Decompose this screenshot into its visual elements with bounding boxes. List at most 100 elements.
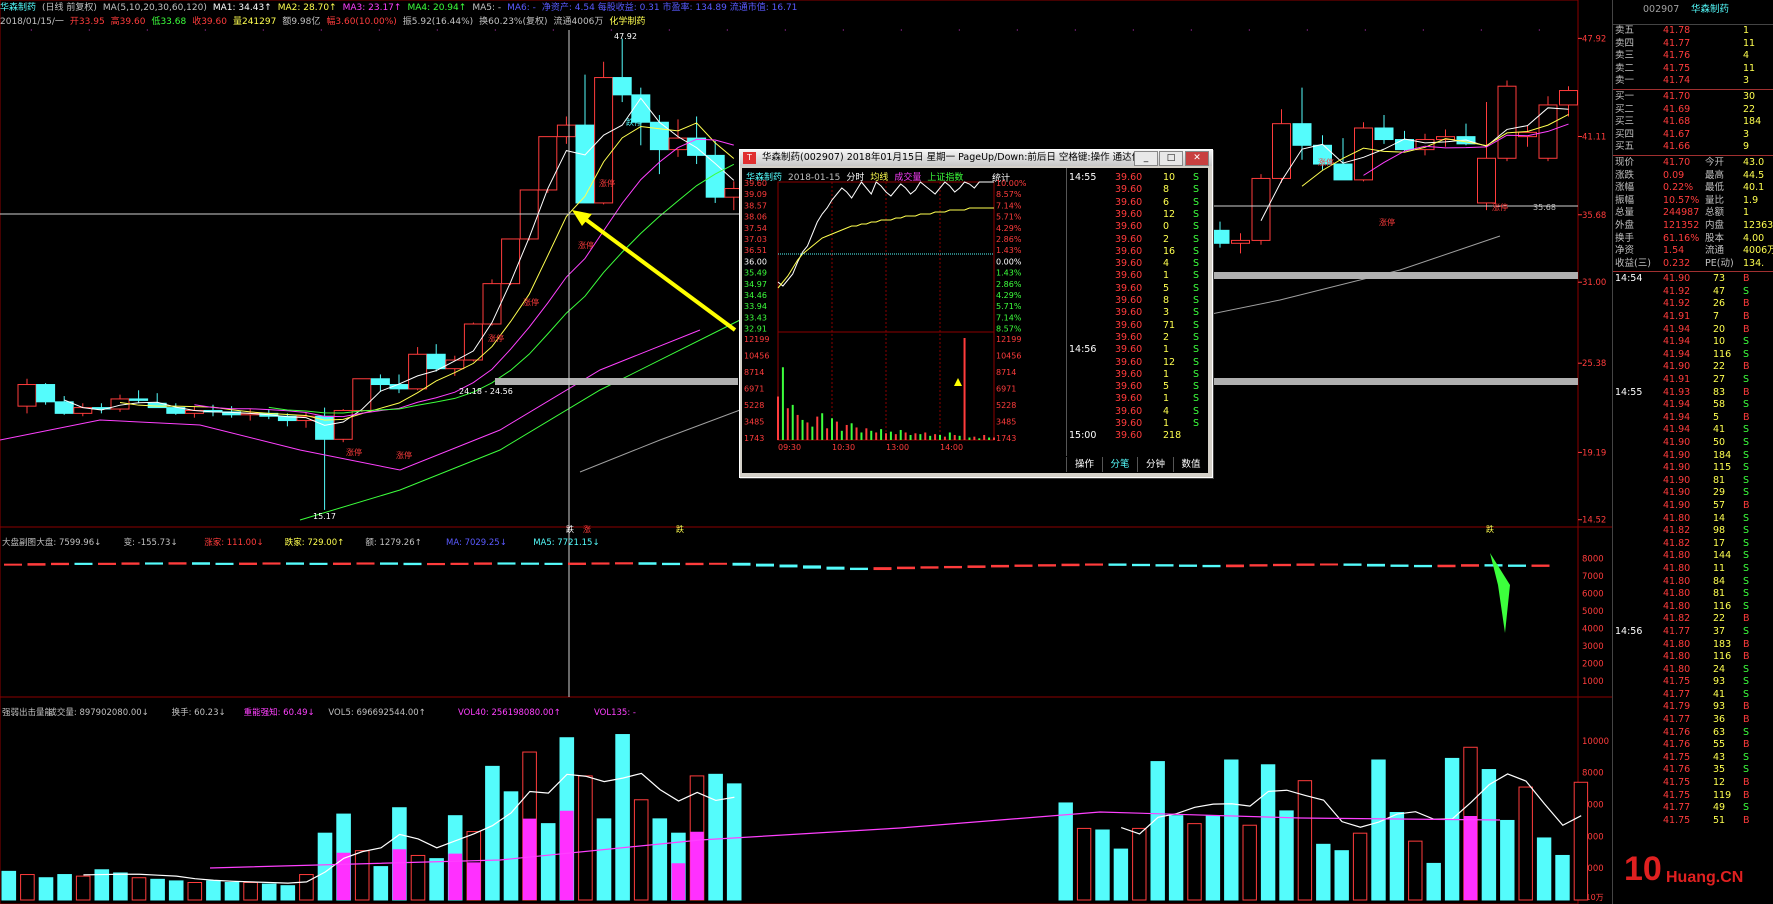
trade-cell: S (1193, 393, 1200, 405)
tick-row-cell: 115 (1713, 462, 1732, 474)
trade-cell: 5 (1163, 282, 1170, 294)
popup-tab-3[interactable]: 数值 (1172, 457, 1209, 472)
range-label: 24.18 - 24.56 (459, 387, 513, 396)
intraday-vol-tick-right: 6971 (996, 385, 1016, 394)
tick-row-cell: 41.82 (1663, 613, 1691, 625)
popup-content: 华森制药 2018-01-15 分时 均线 成交量 上证指数 统计 39.60 39.09 3… (742, 168, 1208, 473)
marker-dot: · (1074, 26, 1077, 35)
popup-titlebar[interactable]: T 华森制药(002907) 2018年01月15日 星期一 PageUp/Do… (740, 150, 1212, 166)
volume-bar (708, 773, 723, 901)
stat-row: 涨幅 0.22% 最低 40.1 (1613, 182, 1773, 195)
intraday-chart[interactable]: 39.60 39.09 38.57 38.06 37.54 37.03 36.51 36.00… (742, 168, 1067, 453)
sell-level-cell: 41.78 (1663, 25, 1691, 36)
tick-row-cell: B (1743, 638, 1750, 650)
tick-row-cell: 41.92 (1663, 285, 1691, 297)
tick-row-cell: 7 (1713, 311, 1720, 323)
candle (426, 353, 446, 370)
volume-bar (113, 872, 128, 901)
index-bar (732, 562, 751, 566)
popup-tab-2[interactable]: 分钟 (1137, 457, 1173, 472)
maximize-icon[interactable]: □ (1159, 151, 1183, 166)
volume-bar-right (1187, 823, 1202, 901)
popup-tab-0[interactable]: 操作 (1066, 457, 1102, 472)
trade-cell: 39.60 (1115, 295, 1143, 306)
index-bar (356, 562, 375, 565)
trade-row: 39.60 3 S (1067, 307, 1209, 320)
marker-dot: · (1364, 26, 1367, 35)
intraday-pct-tick: 1.43% (996, 246, 1022, 255)
trade-row: 14:55 39.60 10 S (1067, 172, 1209, 185)
tick-row-cell: 36 (1713, 714, 1726, 726)
trade-cell: 1 (1163, 270, 1170, 282)
tick-row-cell: 41.90 (1663, 361, 1691, 373)
limit-down-label: 跌停 (626, 117, 642, 127)
intraday-pct-tick: 10.00% (996, 179, 1027, 188)
trade-list[interactable]: 14:55 39.60 10 S 39.60 8 S 39.60 6 S 39.60 12 S 39.60… (1066, 168, 1209, 456)
candle-right (1210, 229, 1230, 244)
buy-level-cell: 买四 (1615, 128, 1635, 140)
volume-bar (317, 832, 333, 901)
tick-row: 41.80 144 S (1613, 550, 1773, 563)
candle (36, 384, 56, 403)
index-bar (638, 562, 657, 565)
tick-list[interactable]: 14:54 41.90 73 B 41.92 47 S 41.92 26 B 41.91 7 B 41.9… (1613, 273, 1773, 827)
tick-row-cell: 84 (1713, 575, 1726, 587)
sub2-header-item: VOL135: - (594, 708, 636, 718)
trade-row: 39.60 6 S (1067, 197, 1209, 210)
intraday-popup-window[interactable]: T 华森制药(002907) 2018年01月15日 星期一 PageUp/Do… (739, 149, 1213, 478)
marker-dot: · (1190, 26, 1193, 35)
marker-dot: · (900, 26, 903, 35)
trade-cell: 39.60 (1115, 233, 1143, 245)
trade-row: 39.60 71 S (1067, 320, 1209, 333)
index-bar (1155, 564, 1174, 567)
candle (575, 124, 595, 204)
index-bar (709, 562, 727, 565)
tick-row-cell: 55 (1713, 739, 1726, 751)
index-bar (756, 563, 774, 567)
sub2-header-item: 重能强知: 60.49↓ (244, 707, 315, 718)
tick-row-cell: 22 (1713, 613, 1726, 625)
tick-row-cell: 41.94 (1663, 323, 1691, 335)
tick-row-cell: 83 (1713, 386, 1726, 398)
marker-dot: · (958, 26, 961, 35)
quote-panel: 002907 华森制药 卖五 41.78 1 卖四 41.77 11 卖三 41.76 4 卖二 4… (1612, 0, 1773, 904)
stat-row-cell: 流通 (1705, 245, 1725, 257)
sub1-tick: 6000 (1582, 590, 1604, 600)
tick-row-cell: 14:55 (1615, 386, 1643, 398)
trade-row: 39.60 5 S (1067, 283, 1209, 296)
trade-cell: 12 (1163, 356, 1176, 368)
stat-row-cell: 换手 (1615, 232, 1635, 244)
tick-row-cell: B (1743, 386, 1750, 398)
stat-row-cell: 134. (1743, 257, 1765, 269)
stat-row-cell: 今开 (1705, 156, 1725, 168)
tick-row-cell: 24 (1713, 663, 1726, 675)
tick-row-cell: 41.77 (1663, 802, 1691, 814)
sell-level: 卖五 41.78 1 (1613, 25, 1773, 38)
intraday-price-tick: 35.49 (744, 269, 767, 278)
candle (556, 124, 576, 138)
volume-bar (652, 818, 668, 901)
tick-row-cell: 51 (1713, 814, 1726, 826)
index-bar (1014, 564, 1033, 567)
candle (612, 77, 632, 96)
candle (501, 238, 521, 285)
stat-row-cell: 振幅 (1615, 194, 1635, 206)
trade-cell: 2 (1163, 331, 1170, 343)
volume-bar (75, 875, 91, 901)
marker-dot: · (1248, 26, 1251, 35)
tick-row: 41.94 116 S (1613, 349, 1773, 362)
minimize-icon[interactable]: _ (1134, 151, 1158, 166)
tick-row-cell: 41.91 (1663, 311, 1691, 323)
popup-tab-1[interactable]: 分笔 (1101, 457, 1138, 472)
tick-row: 14:55 41.93 83 B (1613, 387, 1773, 400)
mark-up: 涨 (583, 524, 591, 534)
tick-row-cell: S (1743, 550, 1750, 562)
candle-right (1497, 85, 1517, 159)
limit-up-label-right: 涨停 (1379, 217, 1395, 227)
trade-cell: S (1193, 368, 1200, 380)
candle-right (1292, 123, 1312, 146)
gray-band-1 (495, 378, 738, 385)
intraday-vol-tick-right: 10456 (996, 352, 1021, 361)
close-icon[interactable]: ✕ (1185, 151, 1209, 166)
tick-row-cell: S (1743, 437, 1750, 448)
